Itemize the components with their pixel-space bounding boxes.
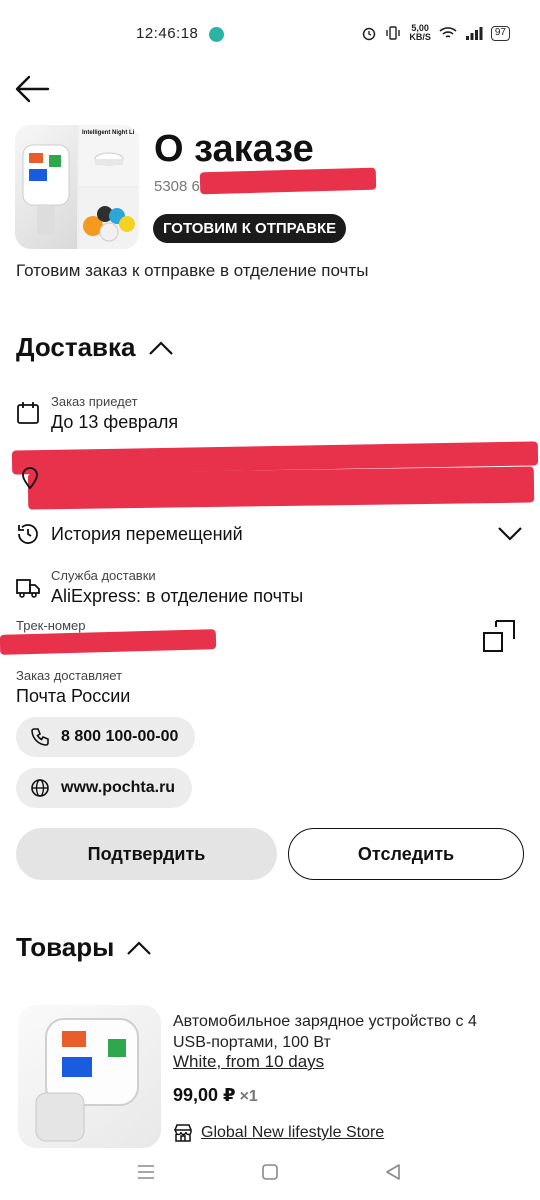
status-badge: ГОТОВИМ К ОТПРАВКЕ [153, 214, 347, 243]
order-thumbnails: Intelligent Night Li [15, 125, 139, 249]
thumb-caption: Intelligent Night Li [82, 130, 135, 136]
status-time: 12:46:18 [136, 25, 199, 42]
redaction-mark [0, 629, 217, 655]
delivery-section-title: Доставка [16, 332, 136, 362]
phone-chip[interactable]: 8 800 100-00-00 [16, 717, 196, 757]
status-bar: 12:46:18 5,00 KB/S 97 [0, 0, 540, 68]
wifi-icon [439, 27, 457, 38]
history-row[interactable]: История перемещений [0, 516, 540, 552]
location-pin-icon [22, 467, 38, 490]
phone-icon [31, 728, 49, 746]
website-chip[interactable]: www.pochta.ru [16, 768, 193, 808]
battery-icon: 97 [490, 25, 510, 41]
car-charger-image [15, 125, 77, 249]
service-value: AliExpress: в отделение почты [51, 586, 304, 606]
copy-icon[interactable] [482, 619, 516, 653]
goods-section-title: Товары [16, 932, 115, 962]
status-icons: 5,00 KB/S 97 [361, 24, 510, 42]
network-speed: 5,00 KB/S [409, 24, 431, 42]
chevron-up-icon [148, 340, 173, 355]
order-description: Готовим заказ к отправке в отделение поч… [16, 261, 369, 280]
redaction-mark [199, 167, 377, 195]
history-label: История перемещений [51, 524, 243, 544]
product-image[interactable] [18, 1005, 161, 1148]
page-title: О заказе [154, 128, 314, 170]
product-quantity: ×1 [239, 1088, 258, 1105]
website-url: www.pochta.ru [61, 779, 176, 796]
night-light-image: Intelligent Night Li [79, 125, 139, 186]
polishing-pads-image [79, 188, 139, 249]
globe-icon [31, 779, 49, 797]
price-value: 99,00 ₽ [173, 1085, 236, 1105]
carrier-label: Заказ доставляет [16, 668, 123, 683]
history-clock-icon [18, 524, 38, 544]
product-variant[interactable]: White, from 10 days [173, 1052, 324, 1072]
notification-icon [209, 27, 224, 42]
product-title[interactable]: Автомобильное зарядное устройство с 4 US… [173, 1011, 518, 1053]
speed-unit: KB/S [409, 32, 431, 42]
service-label: Служба доставки [51, 568, 156, 583]
confirm-button[interactable]: Подтвердить [16, 828, 277, 880]
track-number-label: Трек-номер [16, 618, 86, 633]
system-nav-bar [0, 1150, 540, 1200]
home-nav-icon[interactable] [261, 1163, 279, 1181]
menu-nav-icon[interactable] [137, 1164, 155, 1180]
track-button[interactable]: Отследить [288, 828, 524, 880]
chevron-down-icon [498, 527, 522, 541]
delivery-section-toggle[interactable]: Доставка [16, 332, 174, 363]
calendar-icon [17, 402, 39, 424]
store-name: Global New lifestyle Store [201, 1124, 385, 1141]
arrival-label: Заказ приедет [51, 394, 138, 409]
carrier-value: Почта России [16, 686, 131, 706]
store-icon [173, 1124, 192, 1142]
product-price: 99,00 ₽ ×1 [173, 1085, 258, 1106]
arrival-value: До 13 февраля [51, 412, 179, 432]
back-button[interactable] [14, 74, 54, 108]
arrow-left-icon [15, 75, 50, 103]
vibrate-icon [386, 26, 401, 40]
store-link[interactable]: Global New lifestyle Store [173, 1123, 384, 1143]
back-nav-icon[interactable] [384, 1163, 402, 1181]
chevron-up-icon [127, 940, 152, 955]
signal-icon [465, 27, 483, 40]
goods-section-toggle[interactable]: Товары [16, 932, 152, 963]
truck-icon [16, 579, 40, 598]
phone-number: 8 800 100-00-00 [61, 728, 179, 745]
alarm-icon [363, 27, 376, 41]
redaction-mark [27, 466, 535, 510]
